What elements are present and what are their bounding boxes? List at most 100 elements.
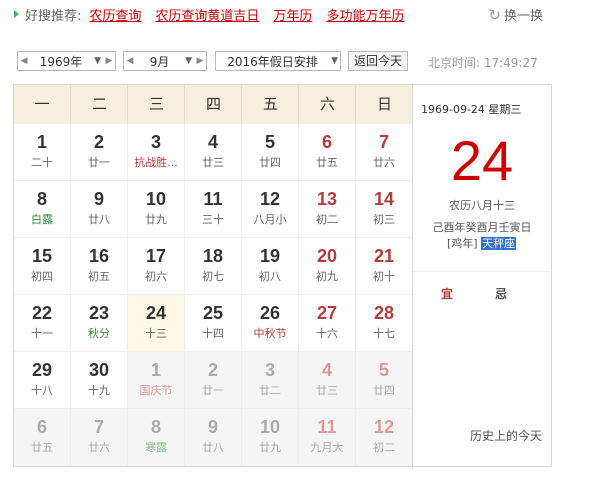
day-cell[interactable]: 11 三十 xyxy=(184,180,241,237)
day-number: 11 xyxy=(203,189,223,209)
month-prev-arrow-icon[interactable]: ◀ xyxy=(124,56,136,66)
weekday-tue: 二 xyxy=(70,85,128,123)
recommend-link-perpetual-calendar[interactable]: 万年历 xyxy=(273,5,312,24)
day-number: 25 xyxy=(202,303,224,323)
day-number: 3 xyxy=(264,360,275,380)
recommend-link-lunar-query[interactable]: 农历查询 xyxy=(89,5,141,24)
chevron-down-icon: ▼ xyxy=(185,56,192,66)
day-cell[interactable]: 4 廿三 xyxy=(298,351,355,408)
day-number: 2 xyxy=(93,132,104,152)
day-cell[interactable]: 6 廿五 xyxy=(14,408,70,466)
day-cell[interactable]: 2 廿一 xyxy=(70,123,127,180)
day-number: 5 xyxy=(264,132,275,152)
lunar-label: 国庆节 xyxy=(139,384,173,397)
lunar-label: 十三 xyxy=(145,327,167,340)
day-cell[interactable]: 1 二十 xyxy=(14,123,70,180)
day-cell[interactable]: 5 廿四 xyxy=(355,351,412,408)
day-cell[interactable]: 5 廿四 xyxy=(241,123,298,180)
lunar-label: 廿四 xyxy=(373,384,395,397)
weekday-sat: 六 xyxy=(298,85,356,123)
day-cell[interactable]: 3 廿二 xyxy=(241,351,298,408)
day-cell[interactable]: 25 十四 xyxy=(184,294,241,351)
day-number: 26 xyxy=(259,303,281,323)
day-cell[interactable]: 20 初九 xyxy=(298,237,355,294)
history-today-link[interactable]: 历史上的今天 xyxy=(470,427,542,444)
day-number: 27 xyxy=(316,303,338,323)
year-next-arrow-icon[interactable]: ▶ xyxy=(103,56,115,66)
day-cell[interactable]: 10 廿九 xyxy=(241,408,298,466)
day-cell[interactable]: 29 十八 xyxy=(14,351,70,408)
star-sign: 天秤座 xyxy=(481,237,517,250)
month-next-arrow-icon[interactable]: ▶ xyxy=(194,56,206,66)
day-cell[interactable]: 7 廿六 xyxy=(355,123,412,180)
day-cell[interactable]: 7 廿六 xyxy=(70,408,127,466)
lunar-label: 十七 xyxy=(373,327,395,340)
lunar-label: 寒露 xyxy=(145,441,167,454)
lunar-label: 廿六 xyxy=(88,441,110,454)
day-cell[interactable]: 16 初五 xyxy=(70,237,127,294)
day-cell[interactable]: 4 廿三 xyxy=(184,123,241,180)
day-cell[interactable]: 23 秋分 xyxy=(70,294,127,351)
holiday-select[interactable]: 2016年假日安排 ▼ xyxy=(215,51,341,71)
day-cell[interactable]: 19 初八 xyxy=(241,237,298,294)
month-value: 9月 xyxy=(149,54,170,69)
day-cell[interactable]: 27 十六 xyxy=(298,294,355,351)
day-cell[interactable]: 11 九月大 xyxy=(298,408,355,466)
refresh-button[interactable]: ↻ 换一换 xyxy=(488,5,543,25)
day-cell[interactable]: 22 十一 xyxy=(14,294,70,351)
day-cell[interactable]: 10 廿九 xyxy=(127,180,184,237)
ganzhi-date: 己酉年癸酉月壬寅日 xyxy=(432,221,532,234)
day-cell[interactable]: 18 初七 xyxy=(184,237,241,294)
day-cell[interactable]: 21 初十 xyxy=(355,237,412,294)
weekday-fri: 五 xyxy=(241,85,299,123)
day-number: 28 xyxy=(373,303,395,323)
lunar-label: 初十 xyxy=(373,270,395,283)
day-cell[interactable]: 15 初四 xyxy=(14,237,70,294)
selected-date: 1969-09-24 星期三 xyxy=(421,103,522,116)
day-cell[interactable]: 9 廿八 xyxy=(184,408,241,466)
day-number: 13 xyxy=(316,189,338,209)
day-cell[interactable]: 12 初二 xyxy=(355,408,412,466)
lunar-label: 廿五 xyxy=(316,156,338,169)
year-select[interactable]: ◀ 1969年 ▼ ▶ xyxy=(17,51,116,71)
lunar-label: 初八 xyxy=(259,270,281,283)
recommend-bar: 好搜推荐: 农历查询 农历查询黄道吉日 万年历 多功能万年历 xyxy=(14,4,418,24)
day-cell[interactable]: 28 十七 xyxy=(355,294,412,351)
lunar-label: 十八 xyxy=(31,384,53,397)
lunar-label: 廿一 xyxy=(202,384,224,397)
day-number: 30 xyxy=(88,360,110,380)
day-number: 17 xyxy=(145,246,167,266)
back-to-today-button[interactable]: 返回今天 xyxy=(348,51,408,71)
day-cell[interactable]: 12 八月小 xyxy=(241,180,298,237)
day-number: 29 xyxy=(31,360,53,380)
lunar-label: 廿一 xyxy=(88,156,110,169)
recommend-link-multifunction-calendar[interactable]: 多功能万年历 xyxy=(326,5,404,24)
day-cell[interactable]: 24 十三 xyxy=(127,294,184,351)
month-select[interactable]: ◀ 9月 ▼ ▶ xyxy=(123,51,207,71)
lunar-label: 三十 xyxy=(202,213,224,226)
day-number: 8 xyxy=(36,189,47,209)
day-cell[interactable]: 8 寒露 xyxy=(127,408,184,466)
day-cell[interactable]: 3 抗战胜... xyxy=(127,123,184,180)
day-cell[interactable]: 26 中秋节 xyxy=(241,294,298,351)
day-number: 10 xyxy=(145,189,167,209)
day-cell[interactable]: 9 廿八 xyxy=(70,180,127,237)
refresh-label: 换一换 xyxy=(503,9,543,24)
month-grid: 一 二 三 四 五 六 日 1 二十 2 廿一 3 抗战胜... 4 廿三 5 廿四 6 廿五 7 廿六 8… xyxy=(14,85,412,466)
recommend-link-auspicious-days[interactable]: 农历查询黄道吉日 xyxy=(155,5,259,24)
day-number: 8 xyxy=(150,417,161,437)
day-number: 23 xyxy=(88,303,110,323)
day-cell[interactable]: 2 廿一 xyxy=(184,351,241,408)
day-number: 21 xyxy=(373,246,395,266)
suitable-label: 宜 xyxy=(441,287,454,301)
day-cell[interactable]: 6 廿五 xyxy=(298,123,355,180)
day-cell[interactable]: 30 十九 xyxy=(70,351,127,408)
day-cell[interactable]: 1 国庆节 xyxy=(127,351,184,408)
day-cell[interactable]: 8 白露 xyxy=(14,180,70,237)
day-cell[interactable]: 14 初三 xyxy=(355,180,412,237)
year-prev-arrow-icon[interactable]: ◀ xyxy=(18,56,30,66)
day-cell[interactable]: 13 初二 xyxy=(298,180,355,237)
day-number: 1 xyxy=(150,360,161,380)
calendar: 一 二 三 四 五 六 日 1 二十 2 廿一 3 抗战胜... 4 廿三 5 廿四 6 廿五 7 廿六 8… xyxy=(13,84,552,467)
day-cell[interactable]: 17 初六 xyxy=(127,237,184,294)
